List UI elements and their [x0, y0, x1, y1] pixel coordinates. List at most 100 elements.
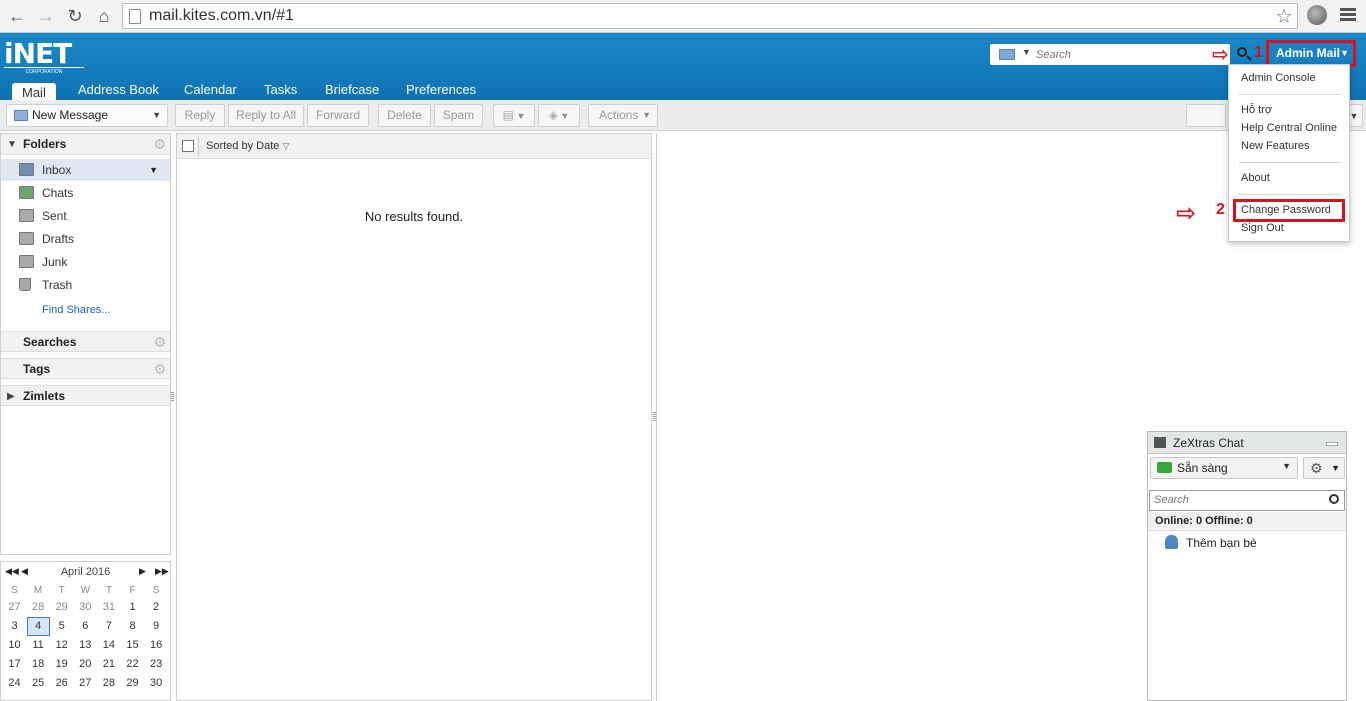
gear-icon[interactable]: ⚙ [153, 134, 166, 155]
expand-triangle-icon[interactable]: ▶ [7, 386, 15, 407]
menu-change-password[interactable]: Change Password [1241, 204, 1331, 216]
calendar-day[interactable]: 13 [74, 636, 97, 655]
menu-new-features[interactable]: New Features [1241, 140, 1309, 152]
chat-search-box[interactable] [1149, 490, 1345, 511]
new-message-button[interactable]: New Message ▼ [6, 104, 168, 127]
folder-trash[interactable]: Trash [1, 274, 170, 296]
calendar-day[interactable]: 30 [145, 674, 168, 693]
menu-help-central[interactable]: Help Central Online [1241, 122, 1337, 134]
chat-settings-button[interactable]: ⚙ ▼ [1303, 457, 1345, 479]
spam-button[interactable]: Spam [434, 104, 483, 127]
url-text[interactable]: mail.kites.com.vn/#1 [149, 7, 294, 25]
calendar-day[interactable]: 29 [50, 598, 73, 617]
gear-icon[interactable]: ⚙ [153, 359, 166, 380]
calendar-day[interactable]: 26 [50, 674, 73, 693]
menu-admin-console[interactable]: Admin Console [1241, 72, 1316, 84]
find-shares-link[interactable]: Find Shares... [42, 304, 110, 316]
tags-header[interactable]: Tags ⚙ [1, 358, 170, 379]
extension-globe-icon[interactable] [1307, 5, 1327, 25]
calendar-day[interactable]: 21 [97, 655, 120, 674]
move-folder-button[interactable]: ▤ ▼ [493, 104, 535, 127]
calendar-day[interactable]: 30 [74, 598, 97, 617]
menu-sign-out[interactable]: Sign Out [1241, 222, 1284, 234]
chevron-down-icon[interactable]: ▼ [149, 159, 158, 181]
calendar-day[interactable]: 18 [27, 655, 50, 674]
folders-header[interactable]: ▼ Folders ⚙ [1, 134, 170, 155]
calendar-day[interactable]: 5 [50, 617, 73, 636]
calendar-day[interactable]: 11 [27, 636, 50, 655]
address-bar[interactable]: mail.kites.com.vn/#1 ☆ [122, 3, 1298, 29]
forward-arrow-icon[interactable]: → [34, 4, 58, 28]
calendar-day[interactable]: 12 [50, 636, 73, 655]
tab-address-book[interactable]: Address Book [78, 81, 159, 101]
next-month-icon[interactable]: ▶ [139, 566, 146, 577]
calendar-day[interactable]: 24 [3, 674, 26, 693]
tab-mail[interactable]: Mail [12, 83, 56, 101]
calendar-day[interactable]: 1 [121, 598, 144, 617]
calendar-day[interactable]: 31 [97, 598, 120, 617]
tab-tasks[interactable]: Tasks [264, 81, 297, 101]
search-input[interactable] [1036, 47, 1206, 62]
reload-icon[interactable]: ↻ [63, 4, 87, 28]
searches-header[interactable]: Searches ⚙ [1, 331, 170, 352]
calendar-day[interactable]: 17 [3, 655, 26, 674]
reply-button[interactable]: Reply [175, 104, 225, 127]
menu-about[interactable]: About [1241, 172, 1270, 184]
tab-preferences[interactable]: Preferences [406, 81, 476, 101]
calendar-day[interactable]: 2 [145, 598, 168, 617]
browser-menu-icon[interactable] [1340, 8, 1356, 23]
tab-calendar[interactable]: Calendar [184, 81, 237, 101]
calendar-day[interactable]: 27 [3, 598, 26, 617]
folder-inbox[interactable]: Inbox ▼ [1, 159, 170, 181]
back-arrow-icon[interactable]: ← [5, 4, 29, 28]
folder-junk[interactable]: Junk [1, 251, 170, 273]
search-icon[interactable] [1329, 494, 1339, 504]
calendar-day[interactable]: 14 [97, 636, 120, 655]
user-menu-button[interactable]: Admin Mail ▼ [1266, 40, 1356, 67]
reply-all-button[interactable]: Reply to All [228, 104, 304, 127]
calendar-day[interactable]: 7 [97, 617, 120, 636]
calendar-day[interactable]: 16 [145, 636, 168, 655]
calendar-day[interactable]: 25 [27, 674, 50, 693]
tag-button[interactable]: ◈ ▼ [538, 104, 580, 127]
forward-button[interactable]: Forward [307, 104, 369, 127]
next-year-icon[interactable]: ▶▶ [155, 566, 169, 577]
chevron-down-icon[interactable]: ▼ [152, 105, 161, 126]
actions-button[interactable]: Actions ▼ [588, 104, 658, 127]
calendar-day[interactable]: 15 [121, 636, 144, 655]
calendar-day[interactable]: 20 [74, 655, 97, 674]
folder-sent[interactable]: Sent [1, 205, 170, 227]
calendar-day[interactable]: 22 [121, 655, 144, 674]
chevron-down-icon[interactable]: ▼ [1022, 47, 1031, 57]
bookmark-star-icon[interactable]: ☆ [1275, 4, 1293, 29]
chat-search-input[interactable] [1154, 494, 1322, 506]
minimize-icon[interactable] [1326, 442, 1338, 446]
gear-icon[interactable]: ⚙ [153, 332, 166, 353]
sort-by-date[interactable]: Sorted by Date ▽ [206, 140, 289, 152]
home-icon[interactable]: ⌂ [92, 4, 116, 28]
folder-drafts[interactable]: Drafts [1, 228, 170, 250]
calendar-day[interactable]: 10 [3, 636, 26, 655]
calendar-day[interactable]: 8 [121, 617, 144, 636]
tab-briefcase[interactable]: Briefcase [325, 81, 379, 101]
calendar-day[interactable]: 23 [145, 655, 168, 674]
calendar-day[interactable]: 29 [121, 674, 144, 693]
search-box[interactable]: ▼ [990, 44, 1230, 65]
mail-envelope-icon[interactable] [999, 49, 1015, 60]
calendar-day[interactable]: 19 [50, 655, 73, 674]
folder-chats[interactable]: Chats [1, 182, 170, 204]
calendar-day[interactable]: 4 [26, 617, 50, 636]
menu-support[interactable]: Hỗ trợ [1241, 104, 1272, 116]
zimlets-header[interactable]: ▶ Zimlets [1, 385, 170, 406]
calendar-day[interactable]: 3 [3, 617, 26, 636]
search-icon[interactable] [1236, 46, 1252, 62]
panel-splitter[interactable] [171, 392, 174, 402]
chat-status-select[interactable]: Sẵn sàng ▼ [1150, 457, 1298, 479]
delete-button[interactable]: Delete [378, 104, 431, 127]
collapse-triangle-icon[interactable]: ▼ [7, 134, 17, 155]
calendar-day[interactable]: 28 [27, 598, 50, 617]
calendar-day[interactable]: 6 [74, 617, 97, 636]
calendar-day[interactable]: 28 [97, 674, 120, 693]
calendar-day[interactable]: 27 [74, 674, 97, 693]
select-all-checkbox[interactable] [182, 140, 194, 152]
